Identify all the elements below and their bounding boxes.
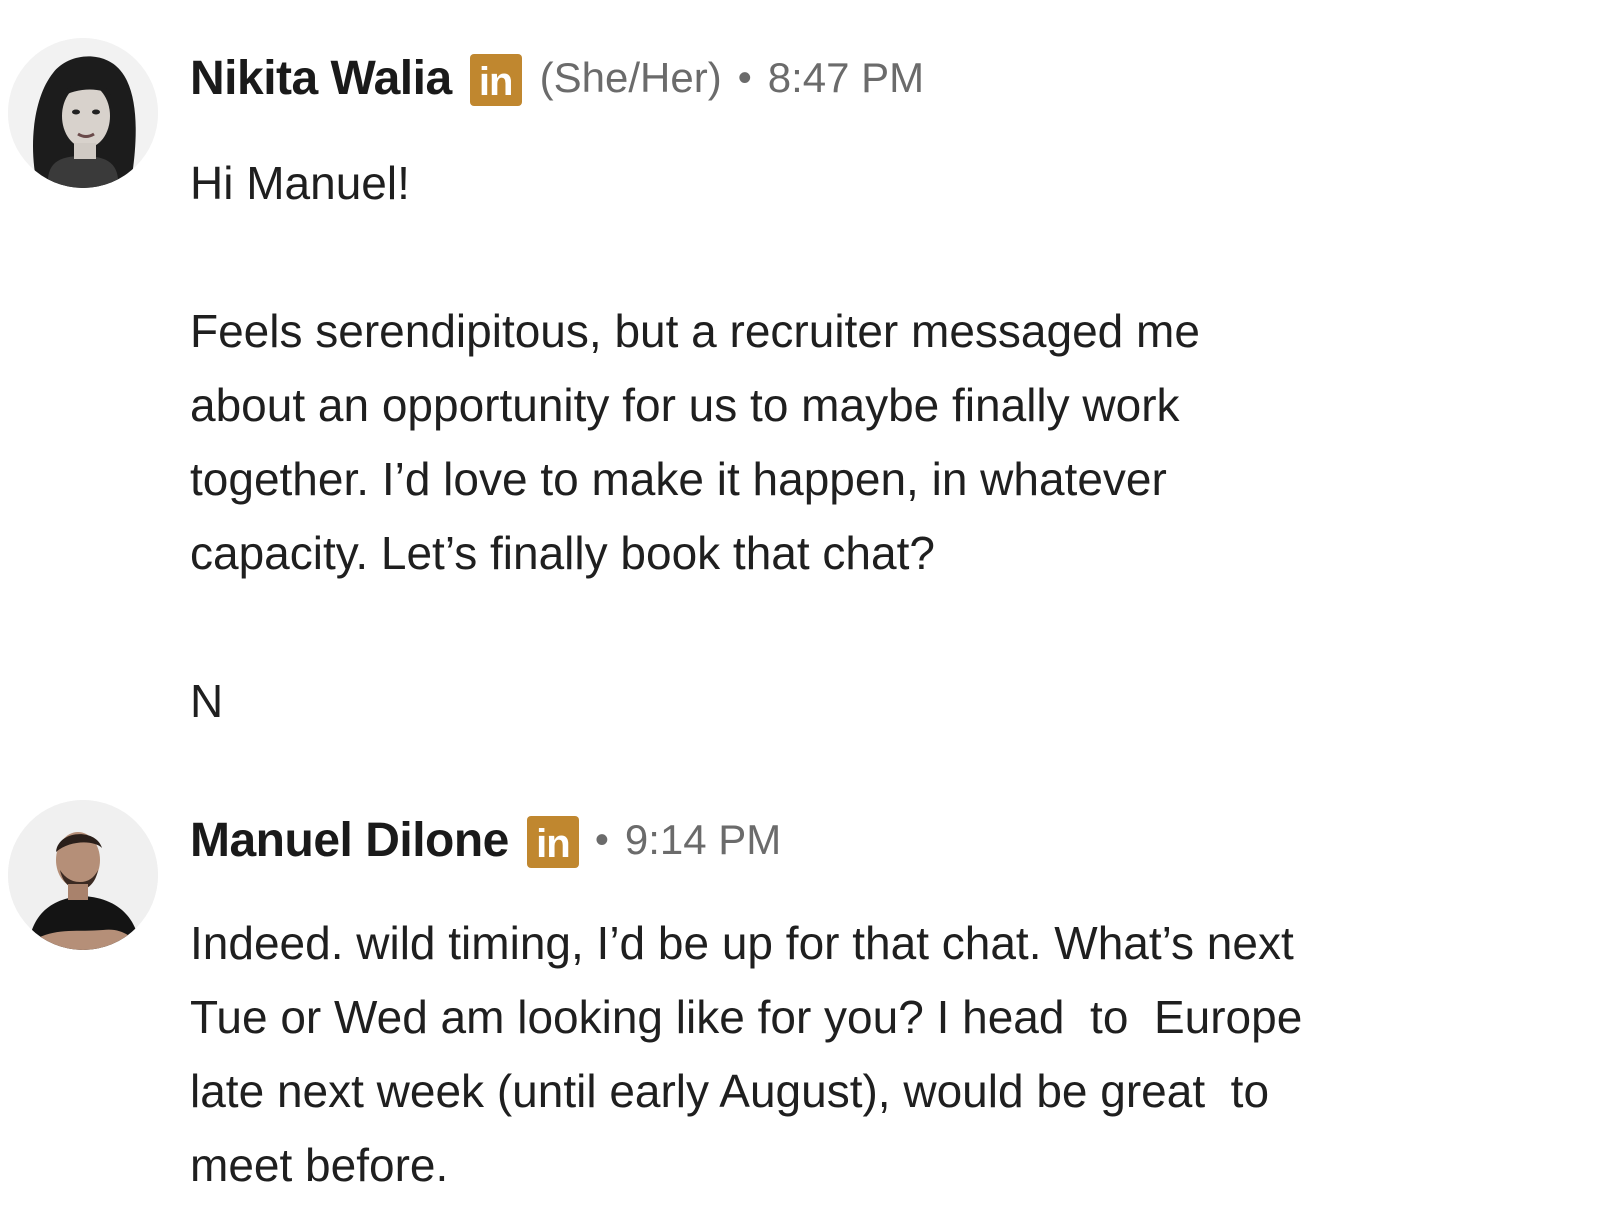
separator-dot: • bbox=[737, 55, 752, 100]
avatar[interactable] bbox=[8, 800, 158, 950]
avatar[interactable] bbox=[8, 38, 158, 188]
avatar-image bbox=[8, 38, 158, 188]
linkedin-in-icon: in bbox=[469, 54, 522, 106]
pronouns: (She/Her) bbox=[539, 54, 722, 101]
message-body: Hi Manuel! Feels serendipitous, but a re… bbox=[190, 157, 1200, 727]
sender-name[interactable]: Manuel Dilone bbox=[190, 813, 509, 868]
separator-dot: • bbox=[594, 817, 609, 862]
linkedin-in-icon: in bbox=[526, 816, 579, 868]
sender-name[interactable]: Nikita Walia bbox=[190, 51, 452, 106]
message-header: Nikita Walia in (She/Her) • 8:47 PM bbox=[190, 48, 924, 108]
message-timestamp: 8:47 PM bbox=[767, 54, 925, 101]
message-timestamp: 9:14 PM bbox=[624, 816, 782, 863]
message-body: Indeed. wild timing, I’d be up for that … bbox=[190, 917, 1303, 1191]
message-header: Manuel Dilone in • 9:14 PM bbox=[190, 810, 781, 870]
avatar-image bbox=[8, 800, 158, 950]
